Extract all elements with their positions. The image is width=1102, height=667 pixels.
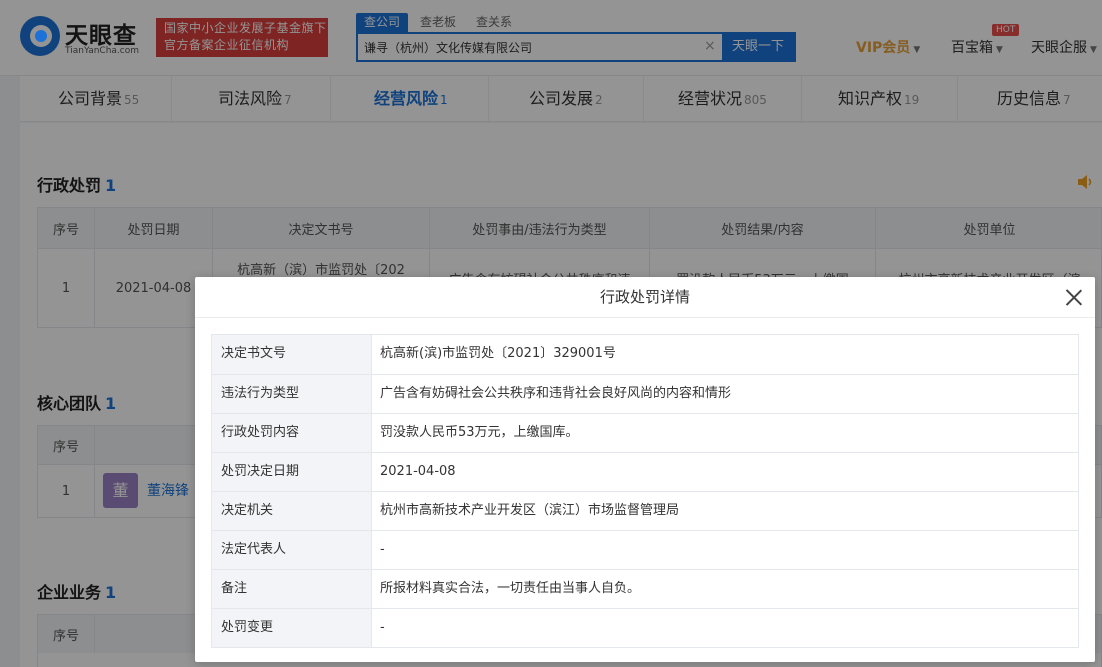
detail-value: 所报材料真实合法，一切责任由当事人自负。 <box>380 581 641 596</box>
detail-row: 法定代表人 - <box>212 530 1078 569</box>
detail-row: 决定机关 杭州市高新技术产业开发区（滨江）市场监督管理局 <box>212 491 1078 530</box>
penalty-detail-modal: 行政处罚详情 决定书文号 杭高新(滨)市监罚处〔2021〕329001号 违法行… <box>195 277 1095 662</box>
detail-key: 处罚决定日期 <box>212 453 372 491</box>
detail-key: 法定代表人 <box>212 531 372 569</box>
detail-key: 违法行为类型 <box>212 375 372 413</box>
modal-header: 行政处罚详情 <box>195 277 1095 318</box>
detail-value: - <box>380 542 385 557</box>
detail-row: 行政处罚内容 罚没款人民币53万元，上缴国库。 <box>212 413 1078 452</box>
detail-table: 决定书文号 杭高新(滨)市监罚处〔2021〕329001号 违法行为类型 广告含… <box>211 334 1079 648</box>
detail-key: 决定书文号 <box>212 335 372 374</box>
detail-row: 处罚决定日期 2021-04-08 <box>212 452 1078 491</box>
modal-title: 行政处罚详情 <box>599 288 690 306</box>
detail-key: 备注 <box>212 570 372 608</box>
detail-row: 备注 所报材料真实合法，一切责任由当事人自负。 <box>212 569 1078 608</box>
detail-key: 处罚变更 <box>212 609 372 647</box>
detail-value: 杭州市高新技术产业开发区（滨江）市场监督管理局 <box>380 503 680 518</box>
detail-value: 2021-04-08 <box>380 464 456 479</box>
detail-row: 处罚变更 - <box>212 608 1078 647</box>
detail-key: 行政处罚内容 <box>212 414 372 452</box>
detail-value: 广告含有妨碍社会公共秩序和违背社会良好风尚的内容和情形 <box>380 386 732 401</box>
detail-key: 决定机关 <box>212 492 372 530</box>
close-icon[interactable] <box>1065 288 1083 306</box>
detail-row: 决定书文号 杭高新(滨)市监罚处〔2021〕329001号 <box>212 335 1078 374</box>
detail-row: 违法行为类型 广告含有妨碍社会公共秩序和违背社会良好风尚的内容和情形 <box>212 374 1078 413</box>
detail-value: 杭高新(滨)市监罚处〔2021〕329001号 <box>380 346 616 361</box>
detail-value: - <box>380 620 385 635</box>
detail-value: 罚没款人民币53万元，上缴国库。 <box>380 425 579 440</box>
